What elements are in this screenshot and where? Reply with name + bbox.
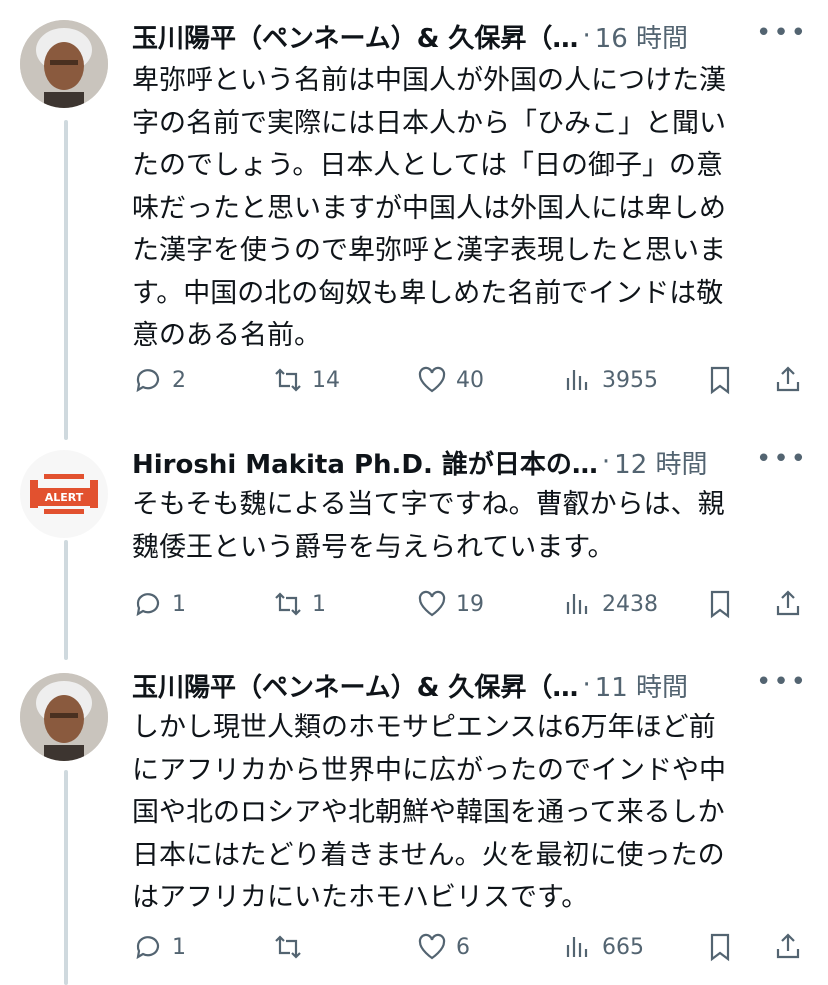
bookmark-icon <box>710 933 730 962</box>
more-options-icon[interactable]: ••• <box>756 667 808 697</box>
share-button[interactable] <box>772 925 804 969</box>
reply-button[interactable]: 2 <box>132 358 186 402</box>
bookmark-icon <box>710 366 730 395</box>
reply-icon <box>136 593 160 617</box>
retweet-count: 1 <box>312 591 326 617</box>
retweet-button[interactable]: 14 <box>272 358 340 402</box>
analytics-icon <box>566 370 588 390</box>
timestamp[interactable]: 11 時間 <box>595 667 688 704</box>
bookmark-button[interactable] <box>704 925 736 969</box>
reply-icon <box>136 369 160 393</box>
analytics-icon <box>566 594 588 614</box>
tweet[interactable]: ALERT Hiroshi Makita Ph.D. 誰が日本の… · 12 時… <box>0 430 828 655</box>
portrait-photo <box>20 20 108 108</box>
views-button[interactable]: 3955 <box>562 358 658 402</box>
like-count: 40 <box>456 367 484 393</box>
share-icon <box>776 933 800 959</box>
tweet-header: 玉川陽平（ペンネーム）& 久保昇（… · 11 時間 ••• <box>132 665 808 705</box>
share-icon <box>776 366 800 392</box>
retweet-icon <box>275 935 301 959</box>
reply-button[interactable]: 1 <box>132 925 186 969</box>
separator-dot: · <box>582 670 591 700</box>
bookmark-button[interactable] <box>704 582 736 626</box>
like-button[interactable]: 19 <box>416 582 484 626</box>
author-name[interactable]: 玉川陽平（ペンネーム）& 久保昇（… <box>132 18 578 55</box>
tweet-text: 卑弥呼という名前は中国人が外国の人につけた漢 字の名前で実際には日本人から「ひみ… <box>132 65 726 351</box>
heart-icon <box>418 933 446 960</box>
tweet-header: 玉川陽平（ペンネーム）& 久保昇（… · 16 時間 ••• <box>132 16 808 56</box>
reply-count: 2 <box>172 367 186 393</box>
retweet-button[interactable] <box>272 925 312 969</box>
timestamp[interactable]: 16 時間 <box>595 18 688 55</box>
reply-count: 1 <box>172 591 186 617</box>
timestamp[interactable]: 12 時間 <box>614 444 707 481</box>
action-bar: 2 14 40 3955 <box>132 358 808 402</box>
tweet-text: しかし現世人類のホモサピエンスは6万年ほど前 にアフリカから世界中に広がったので… <box>132 712 726 913</box>
avatar[interactable]: ALERT <box>20 450 108 538</box>
retweet-count: 14 <box>312 367 340 393</box>
portrait-photo <box>20 673 108 761</box>
more-options-icon[interactable]: ••• <box>756 444 808 474</box>
retweet-button[interactable]: 1 <box>272 582 326 626</box>
reply-count: 1 <box>172 934 186 960</box>
views-button[interactable]: 2438 <box>562 582 658 626</box>
share-button[interactable] <box>772 358 804 402</box>
share-icon <box>776 590 800 616</box>
tweet[interactable]: 玉川陽平（ペンネーム）& 久保昇（… · 16 時間 ••• 卑弥呼という名前は… <box>0 0 828 430</box>
analytics-icon <box>566 937 588 957</box>
like-button[interactable]: 6 <box>416 925 470 969</box>
tweet-text: そもそも魏による当て字ですね。曹叡からは、親 魏倭王という爵号を与えられています… <box>132 489 725 563</box>
author-name[interactable]: Hiroshi Makita Ph.D. 誰が日本の… <box>132 444 598 481</box>
share-button[interactable] <box>772 582 804 626</box>
bookmark-icon <box>710 590 730 619</box>
bookmark-button[interactable] <box>704 358 736 402</box>
avatar-logo-text: ALERT <box>45 491 84 504</box>
reply-button[interactable]: 1 <box>132 582 186 626</box>
heart-icon <box>418 366 446 393</box>
more-options-icon[interactable]: ••• <box>756 18 808 48</box>
reply-icon <box>136 936 160 960</box>
alert-logo-icon: ALERT <box>20 450 108 538</box>
views-count: 3955 <box>602 367 658 393</box>
like-count: 6 <box>456 934 470 960</box>
retweet-icon <box>275 592 301 616</box>
avatar[interactable] <box>20 673 108 761</box>
views-count: 2438 <box>602 591 658 617</box>
views-count: 665 <box>602 934 644 960</box>
separator-dot: · <box>582 21 591 51</box>
like-button[interactable]: 40 <box>416 358 484 402</box>
like-count: 19 <box>456 591 484 617</box>
tweet-header: Hiroshi Makita Ph.D. 誰が日本の… · 12 時間 ••• <box>132 442 808 482</box>
avatar[interactable] <box>20 20 108 108</box>
retweet-icon <box>275 368 301 392</box>
author-name[interactable]: 玉川陽平（ペンネーム）& 久保昇（… <box>132 667 578 704</box>
action-bar: 1 1 19 2438 <box>132 582 808 626</box>
action-bar: 1 6 665 <box>132 925 808 969</box>
heart-icon <box>418 590 446 617</box>
views-button[interactable]: 665 <box>562 925 644 969</box>
separator-dot: · <box>601 447 611 477</box>
tweet[interactable]: 玉川陽平（ペンネーム）& 久保昇（… · 11 時間 ••• しかし現世人類のホ… <box>0 655 828 985</box>
